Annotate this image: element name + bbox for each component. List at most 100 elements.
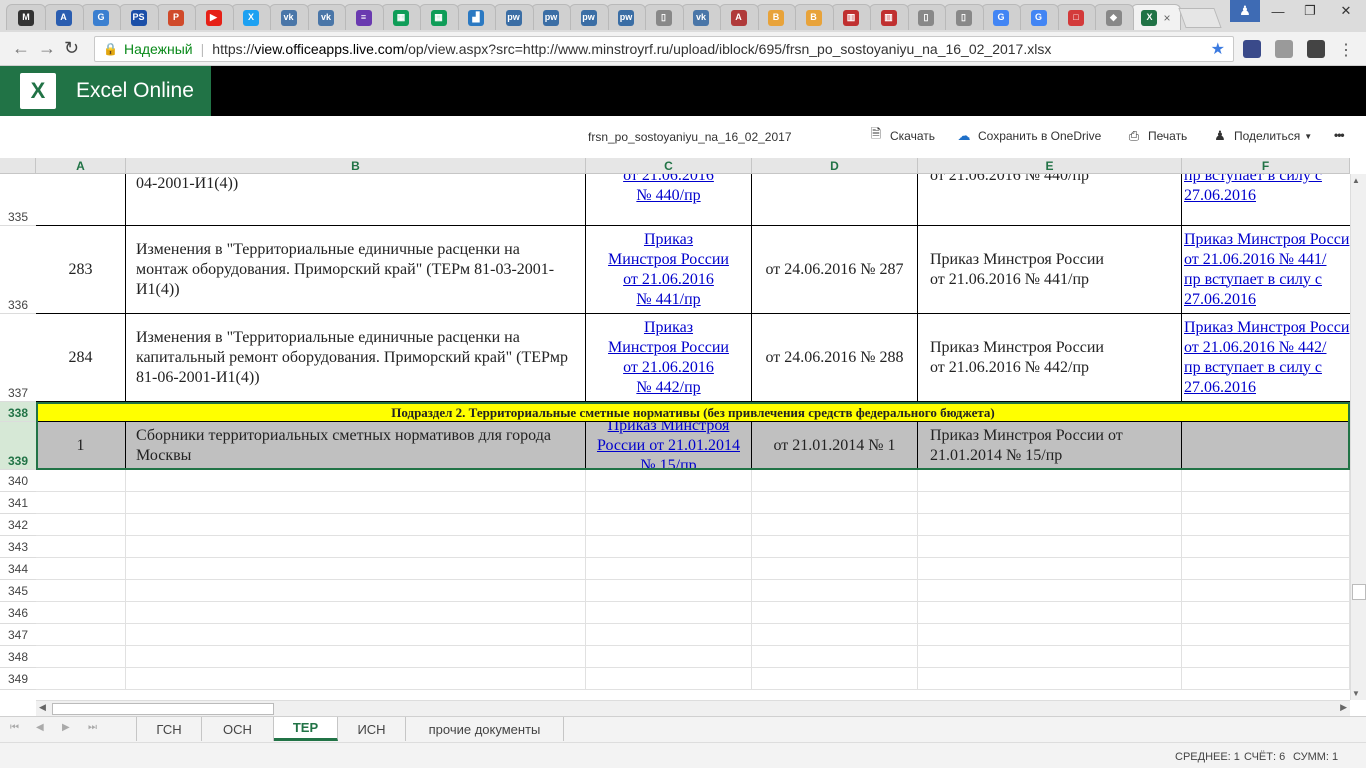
column-header-e[interactable]: E [918,158,1182,174]
row-header[interactable]: 346 [0,602,36,624]
column-header-c[interactable]: C [586,158,752,174]
browser-tab[interactable]: vk [681,4,721,30]
browser-tab[interactable]: ≡ [343,4,384,30]
order-link[interactable]: № 15/пр [640,456,696,470]
excel-brand[interactable]: X Excel Online [0,66,211,116]
cell-A337[interactable]: 284 [36,314,126,402]
empty-cell[interactable] [36,624,126,646]
empty-cell[interactable] [586,514,752,536]
browser-tab[interactable]: vk [268,4,309,30]
last-sheet-icon[interactable]: ⏭ [88,722,97,733]
empty-cell[interactable] [126,624,586,646]
first-sheet-icon[interactable]: ⏮ [10,722,19,733]
empty-cell[interactable] [918,558,1182,580]
cell-F339[interactable] [1182,422,1350,470]
browser-tab[interactable]: pw [568,4,609,30]
empty-cell[interactable] [36,646,126,668]
back-arrow-icon[interactable]: ← [12,38,30,59]
spreadsheet-grid[interactable]: ABCDEF 335 336 337 338 339 340 341 342 343 344 345… [0,158,1366,700]
empty-cell[interactable] [36,492,126,514]
order-link[interactable]: пр вступает в силу с [1184,358,1322,378]
empty-cell[interactable] [918,470,1182,492]
browser-tab[interactable]: P [156,4,196,30]
empty-cell[interactable] [586,536,752,558]
order-link[interactable]: Приказ [644,318,693,338]
address-bar[interactable]: 🔒 Надежный | https://view.officeapps.liv… [94,36,1234,62]
browser-tab[interactable]: A [718,4,759,30]
browser-tab[interactable]: M [6,4,46,30]
order-link[interactable]: № 440/пр [636,187,700,204]
empty-cell[interactable] [1182,668,1350,690]
empty-cell[interactable] [586,624,752,646]
empty-cell[interactable] [752,624,918,646]
row-header[interactable]: 345 [0,580,36,602]
row-header[interactable]: 343 [0,536,36,558]
browser-tab[interactable]: G [981,4,1021,30]
empty-cell[interactable] [36,668,126,690]
order-link[interactable]: от 21.06.2016 № 441/ [1184,250,1327,270]
close-window-icon[interactable]: ✕ [1330,0,1362,22]
scroll-right-icon[interactable]: ▶ [1340,702,1347,713]
user-profile-icon[interactable]: ♟ [1230,0,1260,22]
vertical-scrollbar[interactable]: ▲ ▼ [1350,174,1366,700]
save-onedrive-button[interactable]: ☁ Сохранить в OneDrive [956,128,1102,144]
row-header[interactable]: 335 [0,174,36,226]
row-header[interactable]: 340 [0,470,36,492]
extension-icon[interactable] [1307,40,1325,58]
column-header-b[interactable]: B [126,158,586,174]
cell-C336[interactable]: Приказ Минстроя России от 21.06.2016 № 4… [586,226,752,314]
cell-B339[interactable]: Сборники территориальных сметных нормати… [126,422,586,470]
browser-tab[interactable]: ▯ [643,4,684,30]
empty-cell[interactable] [1182,558,1350,580]
empty-cell[interactable] [752,646,918,668]
empty-cell[interactable] [586,492,752,514]
empty-cell[interactable] [752,668,918,690]
print-button[interactable]: ⎙ Печать [1126,128,1188,144]
row-header[interactable]: 348 [0,646,36,668]
row-header[interactable]: 339 [0,422,36,470]
cell-F336[interactable]: Приказ Минстроя Росси от 21.06.2016 № 44… [1182,226,1352,314]
empty-cell[interactable] [752,470,918,492]
empty-cell[interactable] [126,602,586,624]
browser-tab[interactable]: ▥ [831,4,871,30]
empty-cell[interactable] [586,558,752,580]
cell-B337[interactable]: Изменения в "Территориальные единичные р… [126,314,586,402]
order-link[interactable]: от 21.06.2016 [623,270,714,290]
row-header[interactable]: 344 [0,558,36,580]
browser-tab[interactable]: ▯ [943,4,984,30]
order-link[interactable]: России от 21.01.2014 [597,436,740,456]
empty-cell[interactable] [752,536,918,558]
empty-cell[interactable] [1182,470,1350,492]
empty-cell[interactable] [1182,514,1350,536]
order-link[interactable]: Минстроя России [608,250,729,270]
browser-tab[interactable]: ▟ [456,4,496,30]
cell-C339[interactable]: Приказ Минстроя России от 21.01.2014 № 1… [586,422,752,470]
empty-cell[interactable] [752,514,918,536]
scroll-down-icon[interactable]: ▼ [1352,689,1360,698]
cell-D339[interactable]: от 21.01.2014 № 1 [752,422,918,470]
row-header[interactable]: 337 [0,314,36,402]
empty-cell[interactable] [586,470,752,492]
empty-cell[interactable] [36,470,126,492]
browser-tab[interactable]: G [81,4,121,30]
sheet-tab-gsn[interactable]: ГСН [136,717,202,741]
empty-cell[interactable] [752,580,918,602]
empty-cell[interactable] [918,646,1182,668]
browser-tab[interactable]: G [1018,4,1059,30]
row-header[interactable]: 342 [0,514,36,536]
empty-cell[interactable] [126,492,586,514]
order-link[interactable]: от 21.06.2016 [623,174,714,184]
bookmark-star-icon[interactable]: ★ [1211,39,1225,59]
empty-cell[interactable] [586,646,752,668]
subsection-header[interactable]: Подраздел 2. Территориальные сметные нор… [36,402,1350,422]
empty-cell[interactable] [126,646,586,668]
select-all-corner[interactable] [0,158,36,174]
empty-cell[interactable] [918,514,1182,536]
browser-tab[interactable]: A [43,4,84,30]
empty-cell[interactable] [1182,602,1350,624]
scroll-up-icon[interactable]: ▲ [1352,176,1360,185]
empty-cell[interactable] [586,668,752,690]
hscroll-thumb[interactable] [52,703,274,715]
extension-icon[interactable] [1275,40,1293,58]
cell-B335[interactable]: 04-2001-И1(4)) [126,174,586,226]
